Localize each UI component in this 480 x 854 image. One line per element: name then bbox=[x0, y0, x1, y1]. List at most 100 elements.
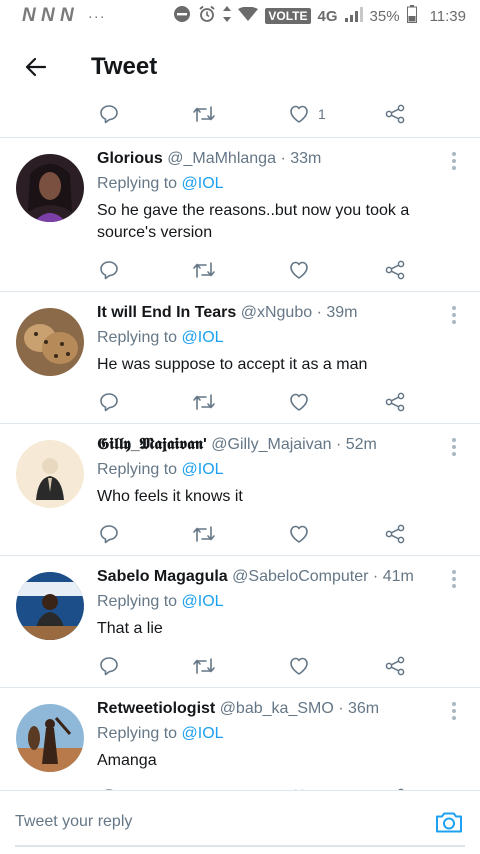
share-button[interactable] bbox=[384, 102, 406, 126]
carrier-indicator: N N N bbox=[22, 5, 74, 26]
replying-to: Replying to @IOL bbox=[97, 175, 224, 193]
clock: 11:39 bbox=[429, 7, 466, 25]
action-bar bbox=[98, 654, 418, 678]
share-icon bbox=[385, 656, 405, 676]
replying-prefix: Replying to bbox=[97, 725, 178, 742]
heart-icon bbox=[290, 657, 308, 675]
camera-icon bbox=[436, 812, 462, 833]
retweet-button[interactable] bbox=[192, 102, 216, 126]
like-button[interactable] bbox=[288, 654, 310, 678]
replies-feed[interactable]: 1 Glorious @_MaMhlanga · 33m Replying to… bbox=[0, 102, 480, 790]
dnd-icon bbox=[173, 5, 191, 27]
reply-button[interactable] bbox=[98, 102, 120, 126]
action-bar: 1 bbox=[98, 102, 418, 126]
page-title: Tweet bbox=[91, 53, 158, 80]
tweet-text: Amanga bbox=[97, 752, 157, 769]
reply-icon bbox=[100, 525, 118, 544]
tweet-header: Glorious @_MaMhlanga · 33m bbox=[97, 150, 440, 168]
replying-to: Replying to @IOL bbox=[97, 461, 224, 479]
retweet-button[interactable] bbox=[192, 390, 216, 414]
replying-to: Replying to @IOL bbox=[97, 725, 224, 743]
retweet-button[interactable] bbox=[192, 522, 216, 546]
tweet-time: · 36m bbox=[338, 700, 380, 717]
like-button[interactable]: 1 bbox=[288, 102, 326, 126]
like-button[interactable] bbox=[288, 258, 310, 282]
author-handle: @Gilly_Majaivan bbox=[211, 436, 332, 453]
heart-icon bbox=[290, 525, 308, 543]
share-button[interactable] bbox=[384, 258, 406, 282]
back-arrow-icon bbox=[25, 57, 47, 77]
share-icon bbox=[385, 392, 405, 412]
replying-prefix: Replying to bbox=[97, 461, 178, 478]
more-vertical-icon[interactable] bbox=[450, 152, 458, 170]
tweet-text: Who feels it knows it bbox=[97, 488, 243, 505]
reply-composer: Tweet your reply bbox=[0, 790, 480, 854]
retweet-icon bbox=[193, 394, 215, 410]
author-name[interactable]: Retweetiologist bbox=[97, 700, 215, 717]
tweet-text: So he gave the reasons..but now you took… bbox=[97, 202, 410, 241]
author-name[interactable]: 𝕲𝖎𝖑𝖑𝖞_𝕸𝖆𝖏𝖆𝖎𝖛𝖆𝖓' bbox=[97, 436, 207, 453]
like-count: 1 bbox=[318, 106, 326, 122]
author-name[interactable]: It will End In Tears bbox=[97, 304, 236, 321]
camera-button[interactable] bbox=[434, 807, 464, 837]
tweet-item[interactable]: Sabelo Magagula @SabeloComputer · 41m Re… bbox=[0, 556, 480, 688]
retweet-button[interactable] bbox=[192, 258, 216, 282]
replying-prefix: Replying to bbox=[97, 175, 178, 192]
mention-link[interactable]: @IOL bbox=[182, 329, 224, 346]
tweet-item[interactable]: Glorious @_MaMhlanga · 33m Replying to @… bbox=[0, 138, 480, 292]
tweet-item[interactable]: 𝕲𝖎𝖑𝖑𝖞_𝕸𝖆𝖏𝖆𝖎𝖛𝖆𝖓' @Gilly_Majaivan · 52m Re… bbox=[0, 424, 480, 556]
network-type: 4G bbox=[317, 7, 338, 25]
replying-prefix: Replying to bbox=[97, 329, 178, 346]
retweet-icon bbox=[193, 262, 215, 278]
reply-button[interactable] bbox=[98, 654, 120, 678]
mention-link[interactable]: @IOL bbox=[182, 461, 224, 478]
battery-percent: 35% bbox=[369, 7, 400, 25]
replying-prefix: Replying to bbox=[97, 593, 178, 610]
reply-icon bbox=[100, 393, 118, 412]
tweet-text: That a lie bbox=[97, 620, 163, 637]
more-vertical-icon[interactable] bbox=[450, 570, 458, 588]
more-vertical-icon[interactable] bbox=[450, 702, 458, 720]
reply-input[interactable]: Tweet your reply bbox=[15, 813, 132, 831]
author-name[interactable]: Glorious bbox=[97, 150, 163, 167]
reply-button[interactable] bbox=[98, 390, 120, 414]
heart-icon bbox=[290, 105, 308, 123]
tweet-item[interactable]: Retweetiologist @bab_ka_SMO · 36m Replyi… bbox=[0, 688, 480, 790]
tweet-time: · 41m bbox=[372, 568, 414, 585]
heart-icon bbox=[290, 261, 308, 279]
mention-link[interactable]: @IOL bbox=[182, 725, 224, 742]
like-button[interactable] bbox=[288, 522, 310, 546]
tweet-item[interactable]: It will End In Tears @xNgubo · 39m Reply… bbox=[0, 292, 480, 424]
reply-button[interactable] bbox=[98, 522, 120, 546]
share-button[interactable] bbox=[384, 390, 406, 414]
avatar[interactable] bbox=[16, 154, 84, 222]
retweet-button[interactable] bbox=[192, 654, 216, 678]
header: Tweet bbox=[0, 32, 480, 102]
avatar[interactable] bbox=[16, 704, 84, 772]
avatar[interactable] bbox=[16, 440, 84, 508]
avatar[interactable] bbox=[16, 308, 84, 376]
tweet-text: He was suppose to accept it as a man bbox=[97, 356, 368, 373]
more-vertical-icon[interactable] bbox=[450, 306, 458, 324]
reply-icon bbox=[100, 261, 118, 280]
author-handle: @xNgubo bbox=[240, 304, 313, 321]
mention-link[interactable]: @IOL bbox=[182, 175, 224, 192]
status-bar: N N N ··· VOLTE 4G 35% 11:39 bbox=[0, 0, 480, 32]
like-button[interactable] bbox=[288, 390, 310, 414]
mention-link[interactable]: @IOL bbox=[182, 593, 224, 610]
share-button[interactable] bbox=[384, 654, 406, 678]
avatar[interactable] bbox=[16, 572, 84, 640]
reply-icon bbox=[100, 657, 118, 676]
volte-badge: VOLTE bbox=[265, 8, 311, 24]
back-button[interactable] bbox=[8, 39, 64, 95]
tweet-header: 𝕲𝖎𝖑𝖑𝖞_𝕸𝖆𝖏𝖆𝖎𝖛𝖆𝖓' @Gilly_Majaivan · 52m bbox=[97, 436, 440, 454]
heart-icon bbox=[290, 393, 308, 411]
author-handle: @SabeloComputer bbox=[232, 568, 369, 585]
more-vertical-icon[interactable] bbox=[450, 438, 458, 456]
battery-icon bbox=[406, 5, 417, 27]
wifi-icon bbox=[238, 6, 259, 25]
share-button[interactable] bbox=[384, 522, 406, 546]
reply-button[interactable] bbox=[98, 258, 120, 282]
author-name[interactable]: Sabelo Magagula bbox=[97, 568, 228, 585]
notification-dots: ··· bbox=[87, 7, 106, 25]
